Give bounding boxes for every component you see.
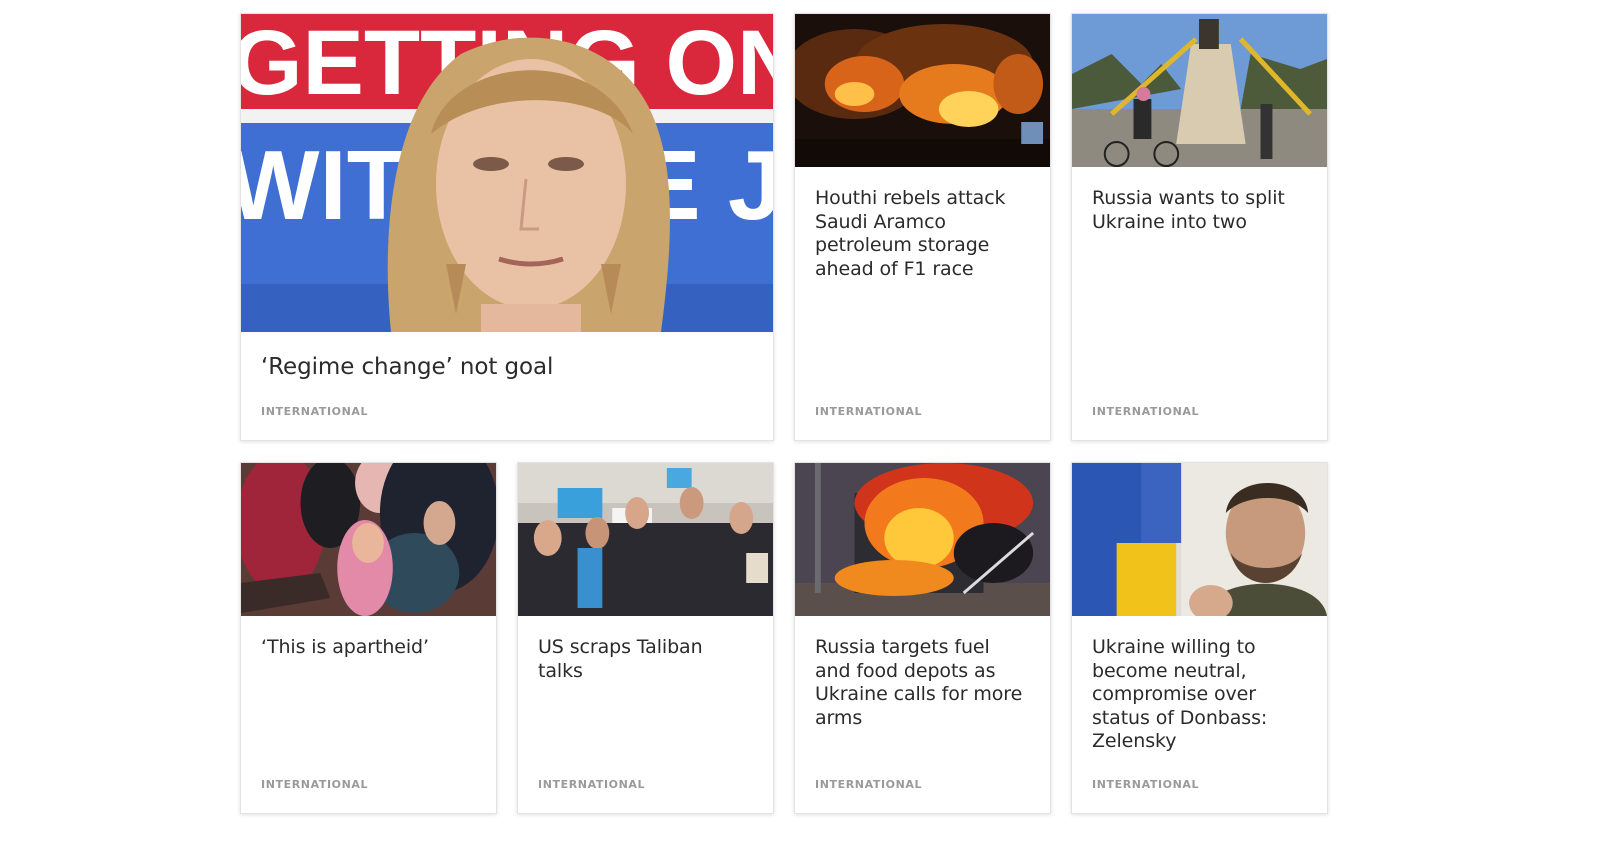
article-category[interactable]: INTERNATIONAL xyxy=(538,778,645,791)
article-headline[interactable]: Ukraine willing to become neutral, compr… xyxy=(1072,636,1327,754)
article-card-regime-change[interactable]: GETTING ON WITH THE JOB ‘Regime change’ … xyxy=(240,13,774,441)
article-category[interactable]: INTERNATIONAL xyxy=(815,405,922,418)
article-headline[interactable]: Houthi rebels attack Saudi Aramco petrol… xyxy=(795,187,1050,281)
article-category[interactable]: INTERNATIONAL xyxy=(1092,778,1199,791)
article-category[interactable]: INTERNATIONAL xyxy=(1092,405,1199,418)
article-card-apartheid[interactable]: ‘This is apartheid’ INTERNATIONAL xyxy=(240,462,497,814)
fuel-depot-fire-photo[interactable] xyxy=(795,463,1050,616)
article-category[interactable]: INTERNATIONAL xyxy=(815,778,922,791)
article-category[interactable]: INTERNATIONAL xyxy=(261,778,368,791)
article-card-houthi-attack[interactable]: Houthi rebels attack Saudi Aramco petrol… xyxy=(794,13,1051,441)
article-category[interactable]: INTERNATIONAL xyxy=(261,405,368,418)
article-headline[interactable]: Russia wants to split Ukraine into two xyxy=(1072,187,1327,234)
news-grid: GETTING ON WITH THE JOB ‘Regime change’ … xyxy=(240,13,1328,814)
crowd-women-child-photo[interactable] xyxy=(241,463,496,616)
article-card-ukraine-neutral[interactable]: Ukraine willing to become neutral, compr… xyxy=(1071,462,1328,814)
statue-sandbags-photo[interactable] xyxy=(1072,14,1327,167)
article-card-russia-split[interactable]: Russia wants to split Ukraine into two I… xyxy=(1071,13,1328,441)
article-card-russia-targets-fuel[interactable]: Russia targets fuel and food depots as U… xyxy=(794,462,1051,814)
zelensky-portrait-photo[interactable] xyxy=(1072,463,1327,616)
oil-fire-night-photo[interactable] xyxy=(795,14,1050,167)
woman-speaker-photo[interactable]: GETTING ON WITH THE JOB xyxy=(241,14,773,332)
article-headline[interactable]: US scraps Taliban talks xyxy=(518,636,773,683)
article-headline[interactable]: ‘This is apartheid’ xyxy=(241,636,496,660)
article-headline[interactable]: ‘Regime change’ not goal xyxy=(241,353,773,381)
article-card-taliban-talks[interactable]: US scraps Taliban talks INTERNATIONAL xyxy=(517,462,774,814)
article-headline[interactable]: Russia targets fuel and food depots as U… xyxy=(795,636,1050,730)
women-protest-photo[interactable] xyxy=(518,463,773,616)
